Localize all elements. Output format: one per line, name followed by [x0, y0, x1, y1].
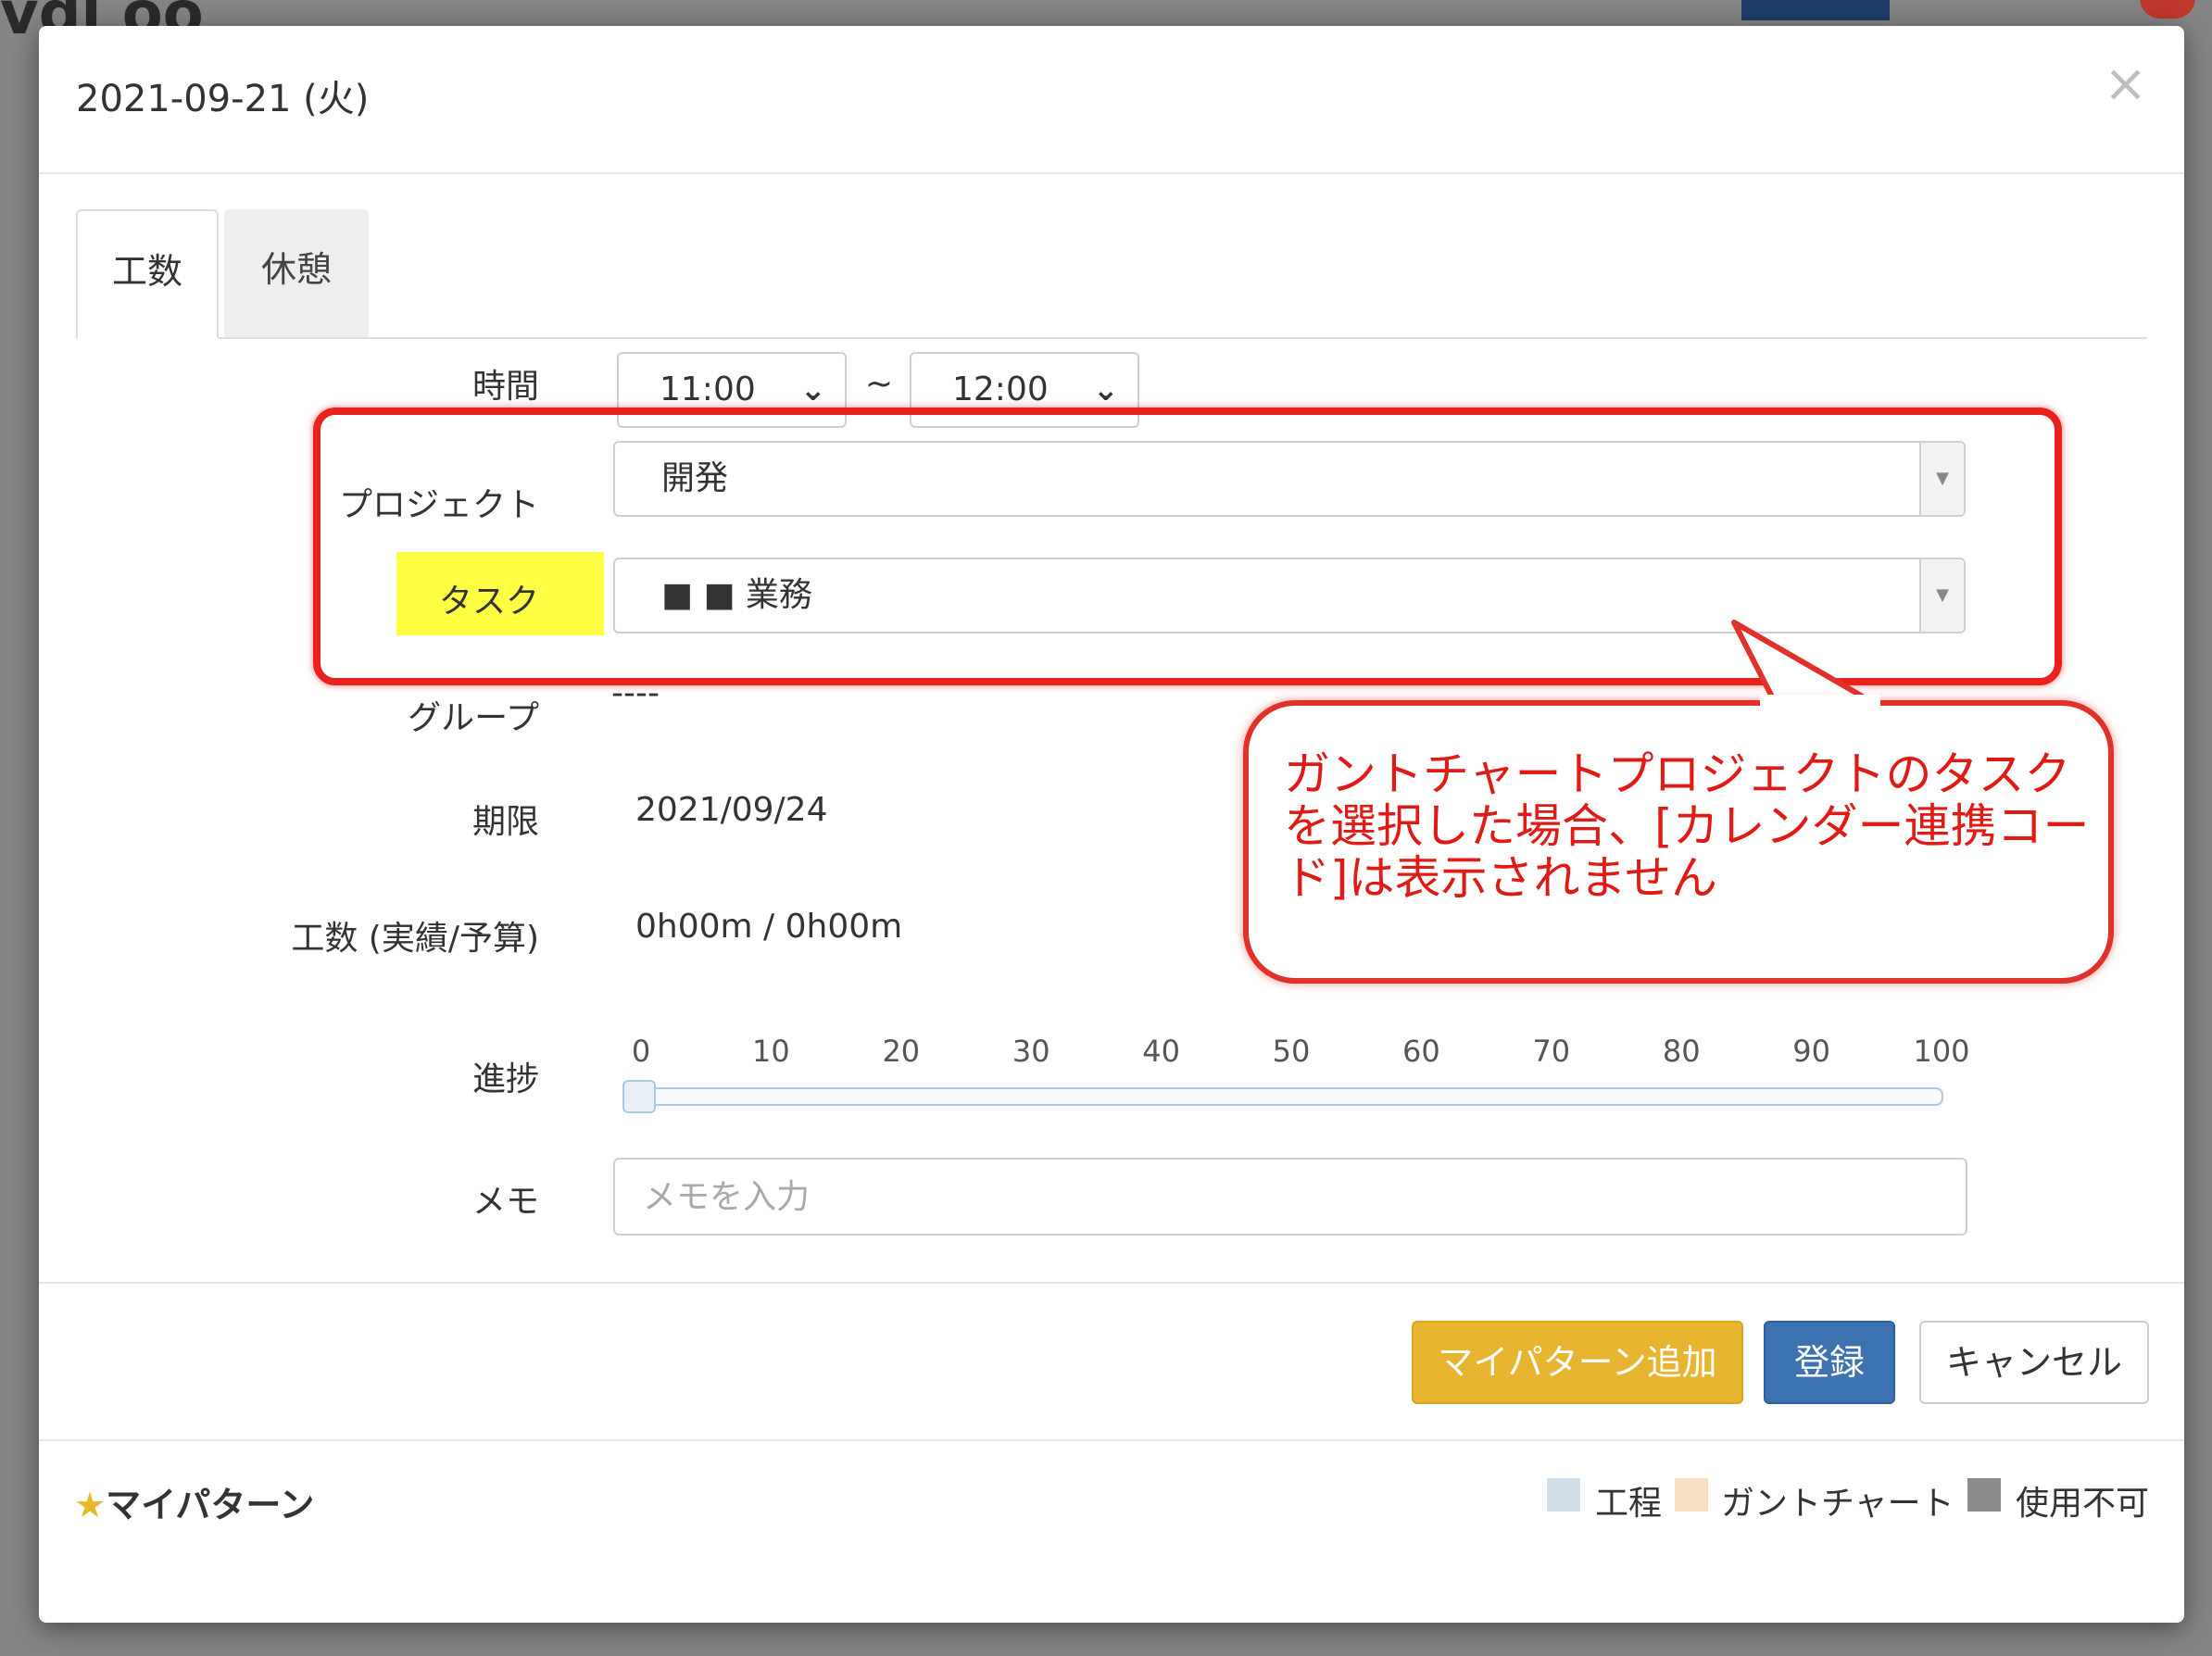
my-pattern-heading[interactable]: ★マイパターン — [74, 1476, 314, 1527]
end-time-value: 12:00 — [952, 370, 1049, 408]
deadline-label: 期限 — [471, 803, 539, 841]
progress-slider-track[interactable] — [628, 1087, 1943, 1106]
memo-label: メモ — [471, 1183, 539, 1221]
progress-tick: 50 — [1272, 1034, 1311, 1069]
legend-label-process: 工程 — [1595, 1485, 1663, 1523]
modal-title: 2021-09-21 (火) — [76, 78, 370, 120]
task-label: タスク — [438, 583, 539, 621]
progress-tick: 40 — [1142, 1034, 1180, 1069]
annotation-callout: ガントチャートプロジェクトのタスクを選択した場合、[カレンダー連携コード]は表示… — [1243, 700, 2114, 984]
project-label: プロジェクト — [338, 486, 539, 524]
progress-tick: 90 — [1792, 1034, 1830, 1069]
modal-header: 2021-09-21 (火) × — [39, 26, 2184, 174]
footer-divider — [39, 1282, 2184, 1284]
add-my-pattern-button[interactable]: マイパターン追加 — [1412, 1321, 1743, 1404]
star-icon: ★ — [74, 1485, 107, 1525]
group-value: ---- — [611, 674, 660, 712]
project-select[interactable]: 開発 ▼ — [613, 441, 1966, 517]
legend-swatch-gantt — [1675, 1478, 1708, 1512]
my-pattern-label: マイパターン — [106, 1485, 315, 1525]
legend-swatch-unavailable — [1967, 1478, 2001, 1512]
task-value: ■ ■ 業務 — [661, 576, 812, 614]
dropdown-arrow-icon: ▼ — [1919, 559, 1964, 632]
progress-tick: 0 — [631, 1034, 651, 1069]
time-label: 時間 — [471, 368, 539, 406]
progress-label: 進捗 — [471, 1060, 539, 1098]
effort-value: 0h00m / 0h00m — [635, 908, 903, 946]
memo-input[interactable] — [613, 1158, 1967, 1236]
dropdown-arrow-icon: ▼ — [1919, 443, 1964, 515]
legend-swatch-process — [1547, 1478, 1580, 1512]
progress-tick: 100 — [1913, 1034, 1970, 1069]
tab-bar: 工数 休憩 — [76, 209, 2147, 339]
deadline-value: 2021/09/24 — [635, 791, 828, 829]
progress-tick: 20 — [882, 1034, 921, 1069]
work-entry-modal: 2021-09-21 (火) × 工数 休憩 時間 11:00 ⌄ ~ 12:0… — [39, 26, 2184, 1623]
tab-break[interactable]: 休憩 — [224, 209, 369, 337]
legend-label-gantt: ガントチャート — [1721, 1485, 1954, 1523]
progress-tick: 70 — [1532, 1034, 1571, 1069]
progress-tick: 60 — [1402, 1034, 1440, 1069]
background-top-button — [1741, 0, 1890, 20]
progress-tick: 10 — [752, 1034, 790, 1069]
cancel-button[interactable]: キャンセル — [1919, 1321, 2149, 1404]
group-label: グループ — [408, 699, 539, 737]
pattern-divider — [39, 1439, 2184, 1441]
close-icon[interactable]: × — [2104, 54, 2147, 114]
tab-effort[interactable]: 工数 — [76, 209, 219, 339]
progress-slider-handle[interactable] — [622, 1080, 656, 1113]
background-badge — [2140, 0, 2195, 19]
progress-tick: 80 — [1662, 1034, 1701, 1069]
time-separator: ~ — [865, 365, 894, 403]
legend-label-unavailable: 使用不可 — [2016, 1485, 2150, 1523]
register-button[interactable]: 登録 — [1764, 1321, 1895, 1404]
project-value: 開発 — [661, 459, 729, 497]
progress-tick: 30 — [1012, 1034, 1050, 1069]
start-time-value: 11:00 — [660, 370, 756, 408]
callout-pointer-mask — [1760, 695, 1880, 713]
effort-label: 工数 (実績/予算) — [291, 920, 539, 958]
callout-text: ガントチャートプロジェクトのタスクを選択した場合、[カレンダー連携コード]は表示… — [1284, 747, 2090, 905]
